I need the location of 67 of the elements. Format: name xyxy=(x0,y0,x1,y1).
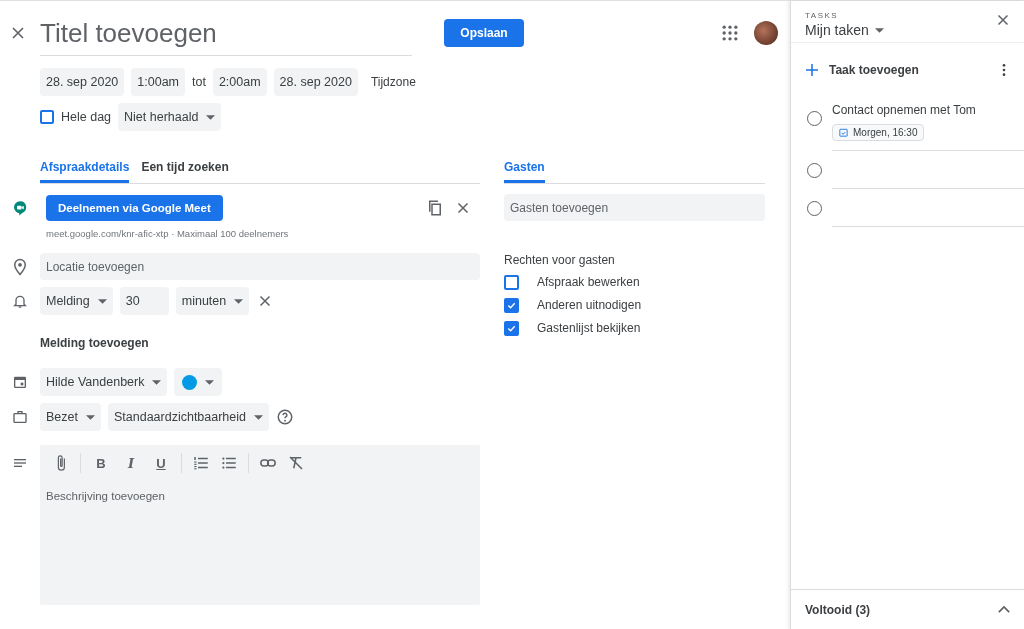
bulleted-list-icon[interactable] xyxy=(220,454,238,472)
permission-label: Anderen uitnodigen xyxy=(537,298,642,312)
completed-toggle[interactable]: Voltooid (3) xyxy=(805,602,871,617)
notification-type-dropdown[interactable]: Melding xyxy=(40,287,113,315)
save-button[interactable]: Opslaan xyxy=(444,19,524,47)
join-meet-button[interactable]: Deelnemen via Google Meet xyxy=(46,195,223,221)
meet-link-info: meet.google.com/knr-afic-xtp · Maximaal 100 deelnemers xyxy=(46,228,290,239)
tab[interactable]: Een tijd zoeken xyxy=(141,157,229,183)
bell-icon xyxy=(12,293,28,309)
add-notification-link[interactable]: Melding toevoegen xyxy=(40,336,480,350)
permission-label: Gastenlijst bekijken xyxy=(537,321,641,335)
caret-icon xyxy=(97,298,107,304)
notification-value-field[interactable]: 30 xyxy=(119,287,169,315)
italic-button[interactable]: I xyxy=(121,455,141,471)
tab[interactable]: Afspraakdetails xyxy=(40,157,130,183)
permission-checkbox[interactable] xyxy=(504,274,519,290)
timezone-link[interactable]: Tijdzone xyxy=(370,75,416,89)
video-chat-icon xyxy=(11,199,29,217)
bold-button[interactable]: B xyxy=(91,455,111,471)
permissions-title: Rechten voor gasten xyxy=(504,253,616,267)
chevron-up-icon[interactable] xyxy=(998,606,1010,613)
end-time-field[interactable]: 2:00am xyxy=(212,68,267,96)
calendar-check-icon xyxy=(838,127,849,138)
description-placeholder: Beschrijving toevoegen xyxy=(46,490,166,502)
time-separator: tot xyxy=(192,75,206,89)
calendar-dropdown[interactable]: Hilde Vandenberk xyxy=(40,368,168,396)
tasks-header: TASKS xyxy=(805,11,840,20)
caret-icon xyxy=(85,414,95,420)
caret-icon xyxy=(234,298,244,304)
calendar-icon xyxy=(12,374,28,390)
underline-button[interactable]: U xyxy=(151,455,171,471)
caret-icon xyxy=(152,379,162,385)
start-time-field[interactable]: 1:00am xyxy=(131,68,185,96)
description-editor[interactable]: B I U Beschrijving toevoegen xyxy=(40,445,480,605)
end-date-field[interactable]: 28. sep 2020 xyxy=(273,68,358,96)
location-field[interactable]: Locatie toevoegen xyxy=(40,253,480,280)
guests-field[interactable]: Gasten toevoegen xyxy=(504,194,765,221)
caret-icon xyxy=(205,379,215,385)
help-icon[interactable] xyxy=(276,408,294,426)
add-task-button[interactable]: Taak toevoegen xyxy=(829,63,919,77)
caret-icon xyxy=(874,27,884,33)
all-day-checkbox[interactable] xyxy=(40,110,54,124)
copy-icon[interactable] xyxy=(426,199,444,217)
permission-checkbox[interactable] xyxy=(504,297,519,313)
caret-icon xyxy=(206,114,216,120)
numbered-list-icon[interactable] xyxy=(192,454,210,472)
plus-icon[interactable] xyxy=(803,61,821,79)
task-list-dropdown[interactable]: Mijn taken xyxy=(805,22,884,38)
all-day-label: Hele dag xyxy=(61,110,112,124)
title-field[interactable]: Titel toevoegen xyxy=(40,18,412,56)
repeat-dropdown[interactable]: Niet herhaald xyxy=(118,103,222,131)
start-date-field[interactable]: 28. sep 2020 xyxy=(40,68,125,96)
caret-icon xyxy=(254,414,263,420)
location-pin-icon xyxy=(11,257,29,276)
visibility-dropdown[interactable]: Standaardzichtbaarheid xyxy=(107,403,269,431)
apps-grid-icon[interactable] xyxy=(720,23,740,43)
due-date-chip[interactable]: Morgen, 16:30 xyxy=(832,124,924,141)
guests-tab[interactable]: Gasten xyxy=(504,157,545,183)
briefcase-icon xyxy=(12,409,28,425)
notification-unit-dropdown[interactable]: minuten xyxy=(175,287,250,315)
task-title[interactable]: Contact opnemen met Tom xyxy=(832,103,1024,117)
permission-label: Afspraak bewerken xyxy=(537,275,640,289)
avatar[interactable] xyxy=(754,21,778,45)
clear-format-icon[interactable] xyxy=(287,454,305,472)
permission-checkbox[interactable] xyxy=(504,320,519,336)
color-dropdown[interactable] xyxy=(174,368,223,396)
availability-dropdown[interactable]: Bezet xyxy=(40,403,101,431)
